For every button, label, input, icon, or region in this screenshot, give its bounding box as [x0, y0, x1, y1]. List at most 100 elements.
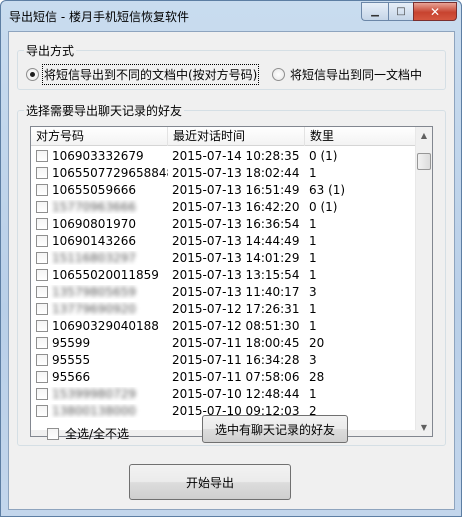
cell-number: 95555 — [31, 353, 168, 367]
cell-last-time: 2015-07-11 16:34:28 — [172, 352, 300, 367]
select-all-checkbox[interactable]: 全选/全不选 — [47, 425, 129, 442]
row-checkbox[interactable] — [36, 370, 48, 383]
export-sms-window: 导出短信 - 楼月手机短信恢复软件 ▁ □ ✕ 导出方式 将短信导出到不同的文档… — [0, 0, 462, 517]
maximize-icon: □ — [396, 6, 406, 17]
maximize-button[interactable]: □ — [388, 2, 413, 21]
phone-number: 95555 — [52, 352, 91, 367]
cell-number: 10690329040188 — [31, 319, 168, 333]
cell-last-time: 2015-07-13 14:01:29 — [172, 250, 300, 265]
table-row[interactable]: 15770963666 2015-07-13 16:42:20 0 (1) — [31, 198, 417, 215]
table-row[interactable]: 1065507729658848 2015-07-13 18:02:44 1 — [31, 164, 417, 181]
start-export-button[interactable]: 开始导出 — [129, 464, 291, 500]
phone-number: 13579805659 — [52, 284, 136, 299]
table-row[interactable]: 106903332679 2015-07-14 10:28:35 0 (1) — [31, 147, 417, 164]
row-checkbox[interactable] — [36, 353, 48, 366]
cell-number: 1065507729658848 — [31, 166, 168, 180]
table-row[interactable]: 13579805659 2015-07-13 11:40:17 3 — [31, 283, 417, 300]
cell-number: 15399980729 — [31, 387, 168, 401]
table-row[interactable]: 10655020011859 2015-07-13 13:15:54 1 — [31, 266, 417, 283]
radio-separate-docs[interactable]: 将短信导出到不同的文档中(按对方号码) — [26, 64, 260, 85]
phone-number: 10655059666 — [52, 182, 136, 197]
cell-number: 10655020011859 — [31, 268, 168, 282]
phone-number: 10655020011859 — [52, 267, 159, 282]
cell-count: 28 — [309, 369, 325, 384]
phone-number: 95599 — [52, 335, 91, 350]
row-checkbox[interactable] — [36, 387, 48, 400]
table-row[interactable]: 15399980729 2015-07-10 12:48:44 1 — [31, 385, 417, 402]
table-row[interactable]: 15116803297 2015-07-13 14:01:29 1 — [31, 249, 417, 266]
row-checkbox[interactable] — [36, 183, 48, 196]
row-checkbox[interactable] — [36, 234, 48, 247]
cell-number: 95599 — [31, 336, 168, 350]
select-all-box[interactable] — [47, 427, 59, 440]
row-checkbox[interactable] — [36, 200, 48, 213]
dialog-client-area: 导出方式 将短信导出到不同的文档中(按对方号码) 将短信导出到同一文档中 选择需… — [8, 31, 455, 510]
cell-number: 15116803297 — [31, 251, 168, 265]
row-checkbox[interactable] — [36, 149, 48, 162]
column-header-last-time[interactable]: 最近对话时间 — [168, 127, 305, 146]
column-header-number[interactable]: 对方号码 — [31, 127, 168, 146]
cell-last-time: 2015-07-13 11:40:17 — [172, 284, 300, 299]
radio-single-doc[interactable]: 将短信导出到同一文档中 — [272, 66, 422, 83]
cell-last-time: 2015-07-11 07:58:06 — [172, 369, 300, 384]
cell-count: 3 — [309, 352, 317, 367]
column-header-count[interactable]: 数里 — [305, 127, 417, 146]
window-title: 导出短信 - 楼月手机短信恢复软件 — [9, 10, 189, 24]
select-all-label: 全选/全不选 — [65, 427, 130, 441]
cell-count: 20 — [309, 335, 325, 350]
cell-last-time: 2015-07-13 16:51:49 — [172, 182, 300, 197]
cell-count: 1 — [309, 301, 317, 316]
cell-last-time: 2015-07-13 16:36:54 — [172, 216, 300, 231]
cell-count: 63 (1) — [309, 182, 346, 197]
select-with-history-button[interactable]: 选中有聊天记录的好友 — [202, 415, 348, 443]
table-row[interactable]: 13779690920 2015-07-12 17:26:31 1 — [31, 300, 417, 317]
cell-number: 106903332679 — [31, 149, 168, 163]
phone-number: 13779690920 — [52, 301, 136, 316]
row-checkbox[interactable] — [36, 285, 48, 298]
cell-count: 1 — [309, 250, 317, 265]
table-row[interactable]: 10690329040188 2015-07-12 08:51:30 1 — [31, 317, 417, 334]
phone-number: 106903332679 — [52, 148, 144, 163]
contacts-list[interactable]: 对方号码 最近对话时间 数里 106903332679 2015-07-14 10… — [30, 126, 433, 437]
radio-button-selected[interactable] — [26, 68, 39, 81]
cell-count: 1 — [309, 165, 317, 180]
cell-count: 0 (1) — [309, 199, 338, 214]
table-row[interactable]: 10655059666 2015-07-13 16:51:49 63 (1) — [31, 181, 417, 198]
scroll-down-icon[interactable]: ▼ — [416, 419, 432, 436]
row-checkbox[interactable] — [36, 319, 48, 332]
row-checkbox[interactable] — [36, 217, 48, 230]
phone-number: 95566 — [52, 369, 91, 384]
cell-count: 1 — [309, 267, 317, 282]
cell-last-time: 2015-07-13 18:02:44 — [172, 165, 300, 180]
row-checkbox[interactable] — [36, 166, 48, 179]
minimize-button[interactable]: ▁ — [361, 2, 388, 21]
cell-number: 95566 — [31, 370, 168, 384]
radio-button[interactable] — [272, 68, 285, 81]
row-checkbox[interactable] — [36, 336, 48, 349]
vertical-scrollbar[interactable]: ▲ ▼ — [415, 127, 432, 436]
cell-number: 10690801970 — [31, 217, 168, 231]
close-button[interactable]: ✕ — [413, 2, 457, 21]
table-row[interactable]: 95599 2015-07-11 18:00:45 20 — [31, 334, 417, 351]
phone-number: 1065507729658848 — [52, 165, 168, 180]
scroll-up-icon[interactable]: ▲ — [416, 127, 432, 144]
cell-count: 1 — [309, 216, 317, 231]
row-checkbox[interactable] — [36, 404, 48, 417]
phone-number: 15116803297 — [52, 250, 136, 265]
export-mode-group: 导出方式 将短信导出到不同的文档中(按对方号码) 将短信导出到同一文档中 — [17, 42, 446, 90]
table-row[interactable]: 95555 2015-07-11 16:34:28 3 — [31, 351, 417, 368]
title-bar[interactable]: 导出短信 - 楼月手机短信恢复软件 ▁ □ ✕ — [1, 1, 461, 31]
cell-last-time: 2015-07-14 10:28:35 — [172, 148, 300, 163]
table-row[interactable]: 95566 2015-07-11 07:58:06 28 — [31, 368, 417, 385]
radio-single-doc-label: 将短信导出到同一文档中 — [290, 68, 423, 82]
scrollbar-thumb[interactable] — [417, 153, 431, 170]
caption-buttons: ▁ □ ✕ — [361, 2, 457, 21]
row-checkbox[interactable] — [36, 302, 48, 315]
table-row[interactable]: 10690143266 2015-07-13 14:44:49 1 — [31, 232, 417, 249]
row-checkbox[interactable] — [36, 268, 48, 281]
minimize-icon: ▁ — [371, 6, 379, 17]
radio-separate-docs-label: 将短信导出到不同的文档中(按对方号码) — [41, 64, 260, 85]
row-checkbox[interactable] — [36, 251, 48, 264]
table-row[interactable]: 10690801970 2015-07-13 16:36:54 1 — [31, 215, 417, 232]
list-header: 对方号码 最近对话时间 数里 — [31, 127, 417, 146]
